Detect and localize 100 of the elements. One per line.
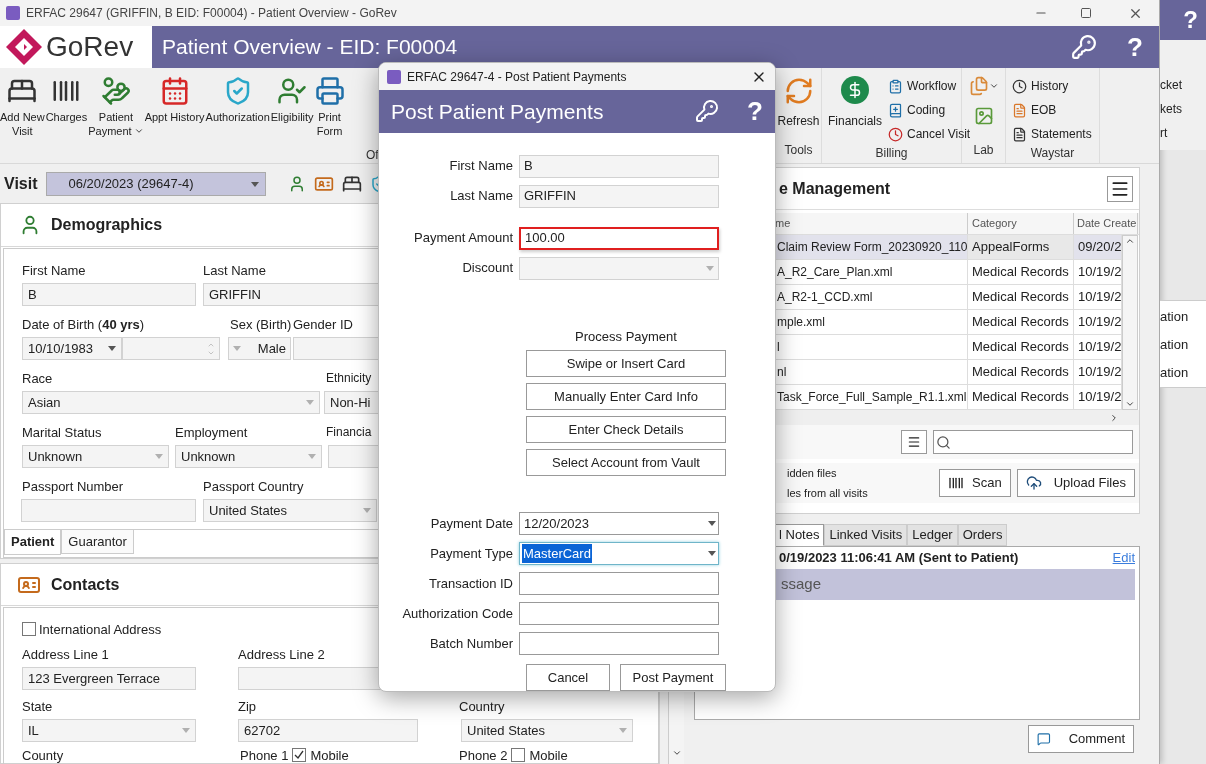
ribbon-button[interactable]: History	[1012, 76, 1093, 96]
tab[interactable]: Ledger	[907, 524, 958, 546]
table-cell-text: ation	[1160, 336, 1190, 353]
post-payment-button[interactable]: Post Payment	[620, 664, 726, 691]
text-field[interactable]: B	[22, 283, 196, 306]
document-icon	[1012, 102, 1027, 118]
dropdown-caret-icon	[182, 728, 190, 733]
lab-dropdown[interactable]	[968, 76, 999, 96]
menu-button[interactable]	[1107, 175, 1133, 202]
ribbon-button[interactable]: Workflow	[888, 76, 971, 96]
menu-item[interactable]: kets	[1160, 100, 1206, 116]
financials-button[interactable]: Financials	[828, 76, 883, 144]
payment-method-button[interactable]: Swipe or Insert Card	[526, 350, 726, 377]
field-label: Authorization Code	[401, 604, 514, 623]
text-field[interactable]	[21, 499, 196, 522]
edit-link[interactable]: Edit	[1112, 548, 1135, 568]
ribbon-button[interactable]: Patient Payment	[88, 76, 144, 144]
ribbon-button[interactable]: Print Form	[314, 76, 345, 144]
dollar-icon	[841, 76, 869, 104]
tab[interactable]: Orders	[957, 524, 1008, 546]
id-card-icon[interactable]	[313, 174, 334, 194]
menu-item[interactable]: rt	[1160, 124, 1206, 140]
help-button[interactable]: ?	[747, 91, 763, 131]
visit-dropdown[interactable]: 06/20/2023 (29647-4)	[45, 172, 266, 196]
scroll-right-icon[interactable]	[1109, 412, 1119, 423]
tab[interactable]: Guarantor	[61, 529, 134, 554]
section-label: Process Payment	[574, 327, 678, 346]
text-field[interactable]	[519, 602, 719, 625]
tab[interactable]: Linked Visits	[824, 524, 908, 546]
text-field[interactable]: B	[519, 154, 719, 178]
maximize-icon[interactable]	[1080, 7, 1092, 19]
ribbon-button[interactable]: Eligibility	[270, 76, 314, 144]
scan-button[interactable]: Scan	[939, 469, 1011, 497]
dropdown[interactable]: Male	[228, 337, 291, 360]
cancel-button[interactable]: Cancel	[526, 664, 610, 691]
text-field[interactable]	[519, 632, 719, 655]
comment-button[interactable]: Comment	[1028, 725, 1134, 753]
calendar-icon	[159, 76, 190, 106]
text-field[interactable]	[519, 572, 719, 595]
field-label: Transaction ID	[427, 574, 514, 593]
ribbon-button[interactable]: Statements	[1012, 124, 1093, 144]
group-label: Waystar	[1030, 145, 1075, 162]
field-label: Discount	[461, 259, 514, 278]
upload-files-button[interactable]: Upload Files	[1016, 469, 1135, 497]
payment-method-button[interactable]: Manually Enter Card Info	[526, 383, 726, 410]
ribbon-button[interactable]: Coding	[888, 100, 971, 120]
column-header[interactable]: Category	[968, 213, 1074, 234]
dropdown[interactable]: United States	[203, 499, 377, 522]
user-check-icon	[277, 76, 308, 106]
clipboard-icon	[888, 78, 904, 94]
ribbon-button[interactable]: Add New Visit	[0, 76, 45, 144]
text-field[interactable]: 62702	[238, 719, 418, 742]
ribbon-button[interactable]: Cancel Visit	[888, 124, 971, 144]
tab[interactable]: Patient	[4, 530, 62, 555]
scroll-up-icon[interactable]	[1125, 236, 1135, 246]
ribbon-button[interactable]: Charges	[45, 76, 88, 144]
tab[interactable]: l Notes	[774, 524, 825, 546]
scroll-down-icon[interactable]	[1125, 399, 1135, 409]
dropdown[interactable]: IL	[22, 719, 196, 742]
payment-method-button[interactable]: Enter Check Details	[526, 416, 726, 443]
text-field[interactable]: GRIFFIN	[519, 184, 719, 208]
search-field[interactable]	[933, 430, 1133, 454]
menu-item[interactable]: cket	[1160, 76, 1206, 92]
spin-field[interactable]	[122, 337, 220, 360]
payment-method-button[interactable]: Select Account from Vault	[526, 449, 726, 476]
clock-icon	[888, 126, 904, 142]
field-label: Payment Type	[429, 544, 514, 563]
checkbox[interactable]	[22, 622, 36, 636]
message-text: ssage	[781, 574, 822, 595]
checkbox[interactable]	[292, 747, 307, 762]
scroll-down-icon[interactable]	[671, 748, 682, 758]
field-label: Address Line 2	[238, 646, 325, 663]
keys-icon[interactable]	[695, 99, 720, 124]
ribbon-button[interactable]: EOB	[1012, 100, 1093, 120]
text-field[interactable]: 100.00	[519, 226, 719, 250]
refresh-button[interactable]: Refresh	[777, 76, 820, 130]
bed-icon[interactable]	[341, 174, 362, 194]
dropdown[interactable]: United States	[461, 719, 633, 742]
dropdown[interactable]: Asian	[22, 391, 320, 414]
field-label: Phone 2	[459, 746, 508, 764]
ribbon-button[interactable]: Appt History	[144, 76, 205, 144]
date-picker[interactable]: 10/10/1983	[22, 337, 122, 360]
column-header[interactable]: Date Create	[1074, 213, 1138, 234]
field-label: Mobile	[529, 746, 568, 764]
ribbon-button[interactable]: Authorization	[205, 76, 270, 144]
cloud-upload-icon	[1025, 475, 1042, 491]
help-button[interactable]: ?	[1127, 27, 1143, 67]
field-label: Phone 1	[240, 746, 289, 764]
chevron-down-icon	[133, 126, 144, 136]
text-field[interactable]: 123 Evergreen Terrace	[22, 667, 196, 690]
dropdown-caret-icon	[108, 346, 116, 351]
dropdown[interactable]: Unknown	[175, 445, 322, 468]
app-icon	[387, 69, 401, 84]
checkbox[interactable]	[511, 747, 526, 762]
dropdown[interactable]: 12/20/2023	[519, 512, 719, 535]
list-button[interactable]	[901, 430, 927, 454]
dropdown[interactable]: Unknown	[22, 445, 169, 468]
field-label: Sex (Birth)	[230, 316, 293, 333]
keys-icon[interactable]	[1071, 34, 1098, 60]
dropdown[interactable]: MasterCard	[519, 542, 719, 565]
